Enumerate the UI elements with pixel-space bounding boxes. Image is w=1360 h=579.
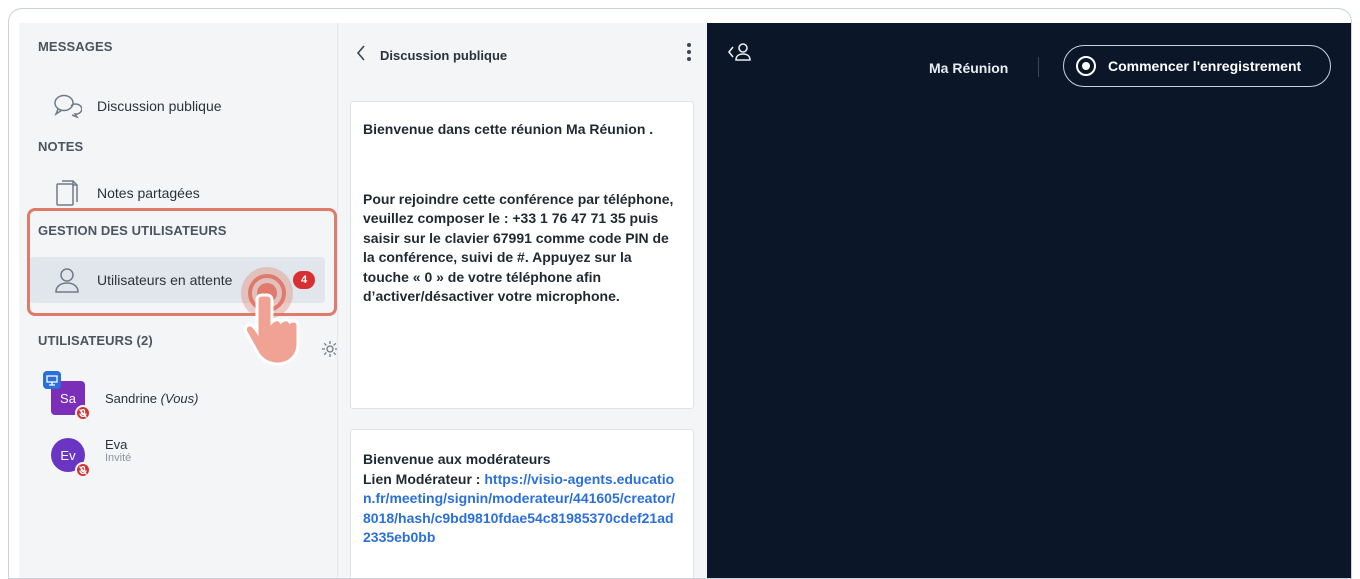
notes-section-title: NOTES [38, 139, 84, 154]
shared-notes-label: Notes partagées [97, 185, 200, 201]
user-list-item[interactable]: Ev Eva Invité [51, 437, 131, 478]
moderator-link-line: Lien Modérateur : https://visio-agents.e… [363, 470, 681, 548]
chat-bubbles-icon [47, 91, 87, 121]
record-icon [1076, 56, 1096, 76]
messages-section-title: MESSAGES [38, 39, 113, 54]
avatar: Sa [43, 371, 91, 421]
moderators-welcome-text: Bienvenue aux modérateurs [363, 451, 551, 467]
chat-message: Bienvenue aux modérateurs Lien Modérateu… [350, 429, 694, 578]
chat-header: Discussion publique [356, 45, 507, 66]
user-role: Invité [105, 451, 132, 464]
user-name: Sandrine (Vous) [105, 391, 198, 406]
toggle-user-list-icon[interactable] [727, 41, 753, 63]
user-name-text: Sandrine [105, 390, 158, 406]
app-window: MESSAGES Discussion publique NOTES Notes… [8, 8, 1352, 579]
sidebar-item-public-chat[interactable]: Discussion publique [29, 83, 325, 129]
main-presentation-area: Ma Réunion Commencer l'enregistrement [707, 23, 1351, 578]
users-section-title: UTILISATEURS (2) [38, 333, 153, 348]
user-info: Eva Invité [105, 437, 131, 464]
more-options-icon[interactable] [687, 43, 691, 61]
avatar-initials: Sa [60, 390, 76, 406]
avatar-initials: Ev [60, 447, 76, 463]
start-recording-label: Commencer l'enregistrement [1108, 58, 1302, 74]
chat-message: Bienvenue dans cette réunion Ma Réunion … [350, 101, 694, 409]
notes-document-icon [47, 178, 87, 208]
phone-instructions-text: Pour rejoindre cette conférence par télé… [363, 190, 674, 305]
meeting-name: Ma Réunion [929, 60, 1009, 76]
header-divider [1038, 57, 1039, 77]
public-chat-label: Discussion publique [97, 98, 222, 114]
chevron-left-icon[interactable] [356, 45, 366, 66]
muted-mic-icon [75, 405, 91, 421]
hand-pointer-icon [237, 263, 315, 378]
welcome-text: Bienvenue dans cette réunion Ma Réunion … [363, 121, 654, 137]
avatar: Ev [51, 438, 91, 478]
chat-panel: Discussion publique Bienvenue dans cette… [337, 23, 707, 578]
muted-mic-icon [75, 462, 91, 478]
presenter-icon [43, 371, 61, 389]
user-self-suffix: (Vous) [160, 390, 199, 406]
user-name: Eva [105, 436, 128, 452]
chat-title: Discussion publique [380, 48, 508, 63]
moderator-link-prefix: Lien Modérateur : [363, 470, 485, 487]
user-list-item[interactable]: Sa Sandrine (Vous) [43, 371, 198, 421]
start-recording-button[interactable]: Commencer l'enregistrement [1063, 45, 1331, 87]
